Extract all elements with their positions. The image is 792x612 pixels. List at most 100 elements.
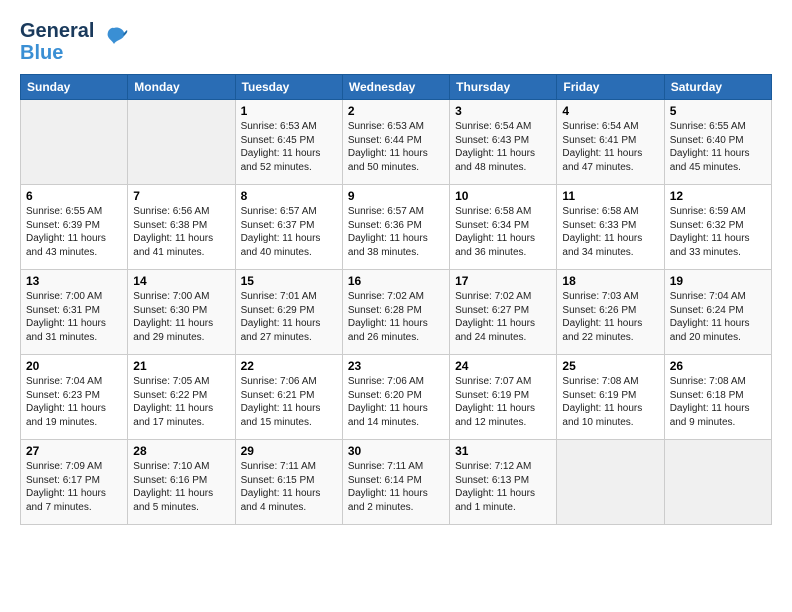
calendar-cell: 9Sunrise: 6:57 AMSunset: 6:36 PMDaylight…	[342, 185, 449, 270]
day-header-sunday: Sunday	[21, 75, 128, 100]
day-header-friday: Friday	[557, 75, 664, 100]
day-header-thursday: Thursday	[450, 75, 557, 100]
calendar-cell: 13 Sunrise: 7:00 AMSunset: 6:31 PMDayligh…	[21, 270, 128, 355]
day-number: 9	[348, 189, 444, 203]
calendar-cell: 7 Sunrise: 6:56 AMSunset: 6:38 PMDaylight…	[128, 185, 235, 270]
day-number: 4	[562, 104, 658, 118]
cell-info: Sunrise: 6:55 AMSunset: 6:40 PMDaylight:…	[670, 120, 766, 174]
day-number: 10	[455, 189, 551, 203]
calendar-cell: 16Sunrise: 7:02 AMSunset: 6:28 PMDayligh…	[342, 270, 449, 355]
cell-info: Sunrise: 7:10 AMSunset: 6:16 PMDaylight:…	[133, 460, 229, 514]
cell-info: Sunrise: 7:01 AMSunset: 6:29 PMDaylight:…	[241, 290, 337, 344]
cell-info: Sunrise: 7:04 AMSunset: 6:24 PMDaylight:…	[670, 290, 766, 344]
cell-info: Sunrise: 7:05 AMSunset: 6:22 PMDaylight:…	[133, 375, 229, 429]
calendar-week-1: 1 Sunrise: 6:53 AMSunset: 6:45 PMDaylight…	[21, 100, 772, 185]
cell-info: Sunrise: 7:07 AMSunset: 6:19 PMDaylight:…	[455, 375, 551, 429]
day-number: 20	[26, 359, 122, 373]
day-header-wednesday: Wednesday	[342, 75, 449, 100]
day-number: 15	[241, 274, 337, 288]
cell-info: Sunrise: 7:11 AMSunset: 6:15 PMDaylight:…	[241, 460, 337, 514]
cell-info: Sunrise: 6:54 AMSunset: 6:43 PMDaylight:…	[455, 120, 551, 174]
day-number: 18	[562, 274, 658, 288]
cell-info: Sunrise: 6:58 AMSunset: 6:33 PMDaylight:…	[562, 205, 658, 259]
calendar-cell: 28 Sunrise: 7:10 AMSunset: 6:16 PMDayligh…	[128, 440, 235, 525]
calendar-cell: 1 Sunrise: 6:53 AMSunset: 6:45 PMDaylight…	[235, 100, 342, 185]
day-number: 23	[348, 359, 444, 373]
day-number: 21	[133, 359, 229, 373]
cell-info: Sunrise: 7:08 AMSunset: 6:18 PMDaylight:…	[670, 375, 766, 429]
day-number: 24	[455, 359, 551, 373]
calendar-cell: 2 Sunrise: 6:53 AMSunset: 6:44 PMDaylight…	[342, 100, 449, 185]
day-number: 3	[455, 104, 551, 118]
calendar-cell: 8 Sunrise: 6:57 AMSunset: 6:37 PMDaylight…	[235, 185, 342, 270]
day-number: 1	[241, 104, 337, 118]
calendar-cell: 14Sunrise: 7:00 AMSunset: 6:30 PMDayligh…	[128, 270, 235, 355]
day-number: 26	[670, 359, 766, 373]
calendar-week-4: 20Sunrise: 7:04 AMSunset: 6:23 PMDayligh…	[21, 355, 772, 440]
calendar-cell: 17Sunrise: 7:02 AMSunset: 6:27 PMDayligh…	[450, 270, 557, 355]
cell-info: Sunrise: 6:54 AMSunset: 6:41 PMDaylight:…	[562, 120, 658, 174]
calendar-week-5: 27Sunrise: 7:09 AMSunset: 6:17 PMDayligh…	[21, 440, 772, 525]
day-number: 27	[26, 444, 122, 458]
calendar-cell: 19 Sunrise: 7:04 AMSunset: 6:24 PMDayligh…	[664, 270, 771, 355]
calendar-cell: 31Sunrise: 7:12 AMSunset: 6:13 PMDayligh…	[450, 440, 557, 525]
day-number: 6	[26, 189, 122, 203]
day-number: 11	[562, 189, 658, 203]
day-number: 5	[670, 104, 766, 118]
day-number: 22	[241, 359, 337, 373]
day-number: 7	[133, 189, 229, 203]
day-number: 2	[348, 104, 444, 118]
calendar-cell: 20Sunrise: 7:04 AMSunset: 6:23 PMDayligh…	[21, 355, 128, 440]
logo-blue: Blue	[20, 42, 94, 64]
day-number: 28	[133, 444, 229, 458]
calendar-cell: 10 Sunrise: 6:58 AMSunset: 6:34 PMDayligh…	[450, 185, 557, 270]
logo-general: General	[20, 20, 94, 42]
day-number: 19	[670, 274, 766, 288]
day-header-tuesday: Tuesday	[235, 75, 342, 100]
calendar-cell: 5 Sunrise: 6:55 AMSunset: 6:40 PMDaylight…	[664, 100, 771, 185]
calendar-cell	[128, 100, 235, 185]
calendar-cell: 6 Sunrise: 6:55 AMSunset: 6:39 PMDaylight…	[21, 185, 128, 270]
cell-info: Sunrise: 7:06 AMSunset: 6:20 PMDaylight:…	[348, 375, 444, 429]
day-number: 13	[26, 274, 122, 288]
calendar-cell: 15 Sunrise: 7:01 AMSunset: 6:29 PMDayligh…	[235, 270, 342, 355]
page-header: General Blue	[20, 20, 772, 64]
cell-info: Sunrise: 6:53 AMSunset: 6:45 PMDaylight:…	[241, 120, 337, 174]
calendar-cell: 27Sunrise: 7:09 AMSunset: 6:17 PMDayligh…	[21, 440, 128, 525]
calendar-cell	[664, 440, 771, 525]
cell-info: Sunrise: 7:00 AMSunset: 6:31 PMDaylight:…	[26, 290, 122, 344]
calendar-cell: 11 Sunrise: 6:58 AMSunset: 6:33 PMDayligh…	[557, 185, 664, 270]
day-number: 29	[241, 444, 337, 458]
cell-info: Sunrise: 6:55 AMSunset: 6:39 PMDaylight:…	[26, 205, 122, 259]
cell-info: Sunrise: 7:02 AMSunset: 6:27 PMDaylight:…	[455, 290, 551, 344]
cell-info: Sunrise: 7:08 AMSunset: 6:19 PMDaylight:…	[562, 375, 658, 429]
day-header-saturday: Saturday	[664, 75, 771, 100]
calendar-cell	[21, 100, 128, 185]
cell-info: Sunrise: 6:59 AMSunset: 6:32 PMDaylight:…	[670, 205, 766, 259]
day-number: 8	[241, 189, 337, 203]
cell-info: Sunrise: 6:58 AMSunset: 6:34 PMDaylight:…	[455, 205, 551, 259]
calendar-cell: 29 Sunrise: 7:11 AMSunset: 6:15 PMDayligh…	[235, 440, 342, 525]
calendar-cell	[557, 440, 664, 525]
calendar-week-3: 13 Sunrise: 7:00 AMSunset: 6:31 PMDayligh…	[21, 270, 772, 355]
calendar-cell: 3 Sunrise: 6:54 AMSunset: 6:43 PMDaylight…	[450, 100, 557, 185]
calendar-cell: 22 Sunrise: 7:06 AMSunset: 6:21 PMDayligh…	[235, 355, 342, 440]
calendar-cell: 25Sunrise: 7:08 AMSunset: 6:19 PMDayligh…	[557, 355, 664, 440]
cell-info: Sunrise: 7:06 AMSunset: 6:21 PMDaylight:…	[241, 375, 337, 429]
calendar-body: 1 Sunrise: 6:53 AMSunset: 6:45 PMDaylight…	[21, 100, 772, 525]
cell-info: Sunrise: 6:53 AMSunset: 6:44 PMDaylight:…	[348, 120, 444, 174]
calendar-cell: 21 Sunrise: 7:05 AMSunset: 6:22 PMDayligh…	[128, 355, 235, 440]
day-number: 16	[348, 274, 444, 288]
calendar-cell: 18Sunrise: 7:03 AMSunset: 6:26 PMDayligh…	[557, 270, 664, 355]
calendar-cell: 26 Sunrise: 7:08 AMSunset: 6:18 PMDayligh…	[664, 355, 771, 440]
calendar-cell: 24 Sunrise: 7:07 AMSunset: 6:19 PMDayligh…	[450, 355, 557, 440]
logo-bird-icon	[100, 24, 128, 57]
calendar-table: SundayMondayTuesdayWednesdayThursdayFrid…	[20, 74, 772, 525]
day-number: 12	[670, 189, 766, 203]
logo: General Blue	[20, 20, 128, 64]
cell-info: Sunrise: 7:12 AMSunset: 6:13 PMDaylight:…	[455, 460, 551, 514]
cell-info: Sunrise: 6:57 AMSunset: 6:37 PMDaylight:…	[241, 205, 337, 259]
calendar-cell: 23 Sunrise: 7:06 AMSunset: 6:20 PMDayligh…	[342, 355, 449, 440]
cell-info: Sunrise: 6:56 AMSunset: 6:38 PMDaylight:…	[133, 205, 229, 259]
day-number: 30	[348, 444, 444, 458]
